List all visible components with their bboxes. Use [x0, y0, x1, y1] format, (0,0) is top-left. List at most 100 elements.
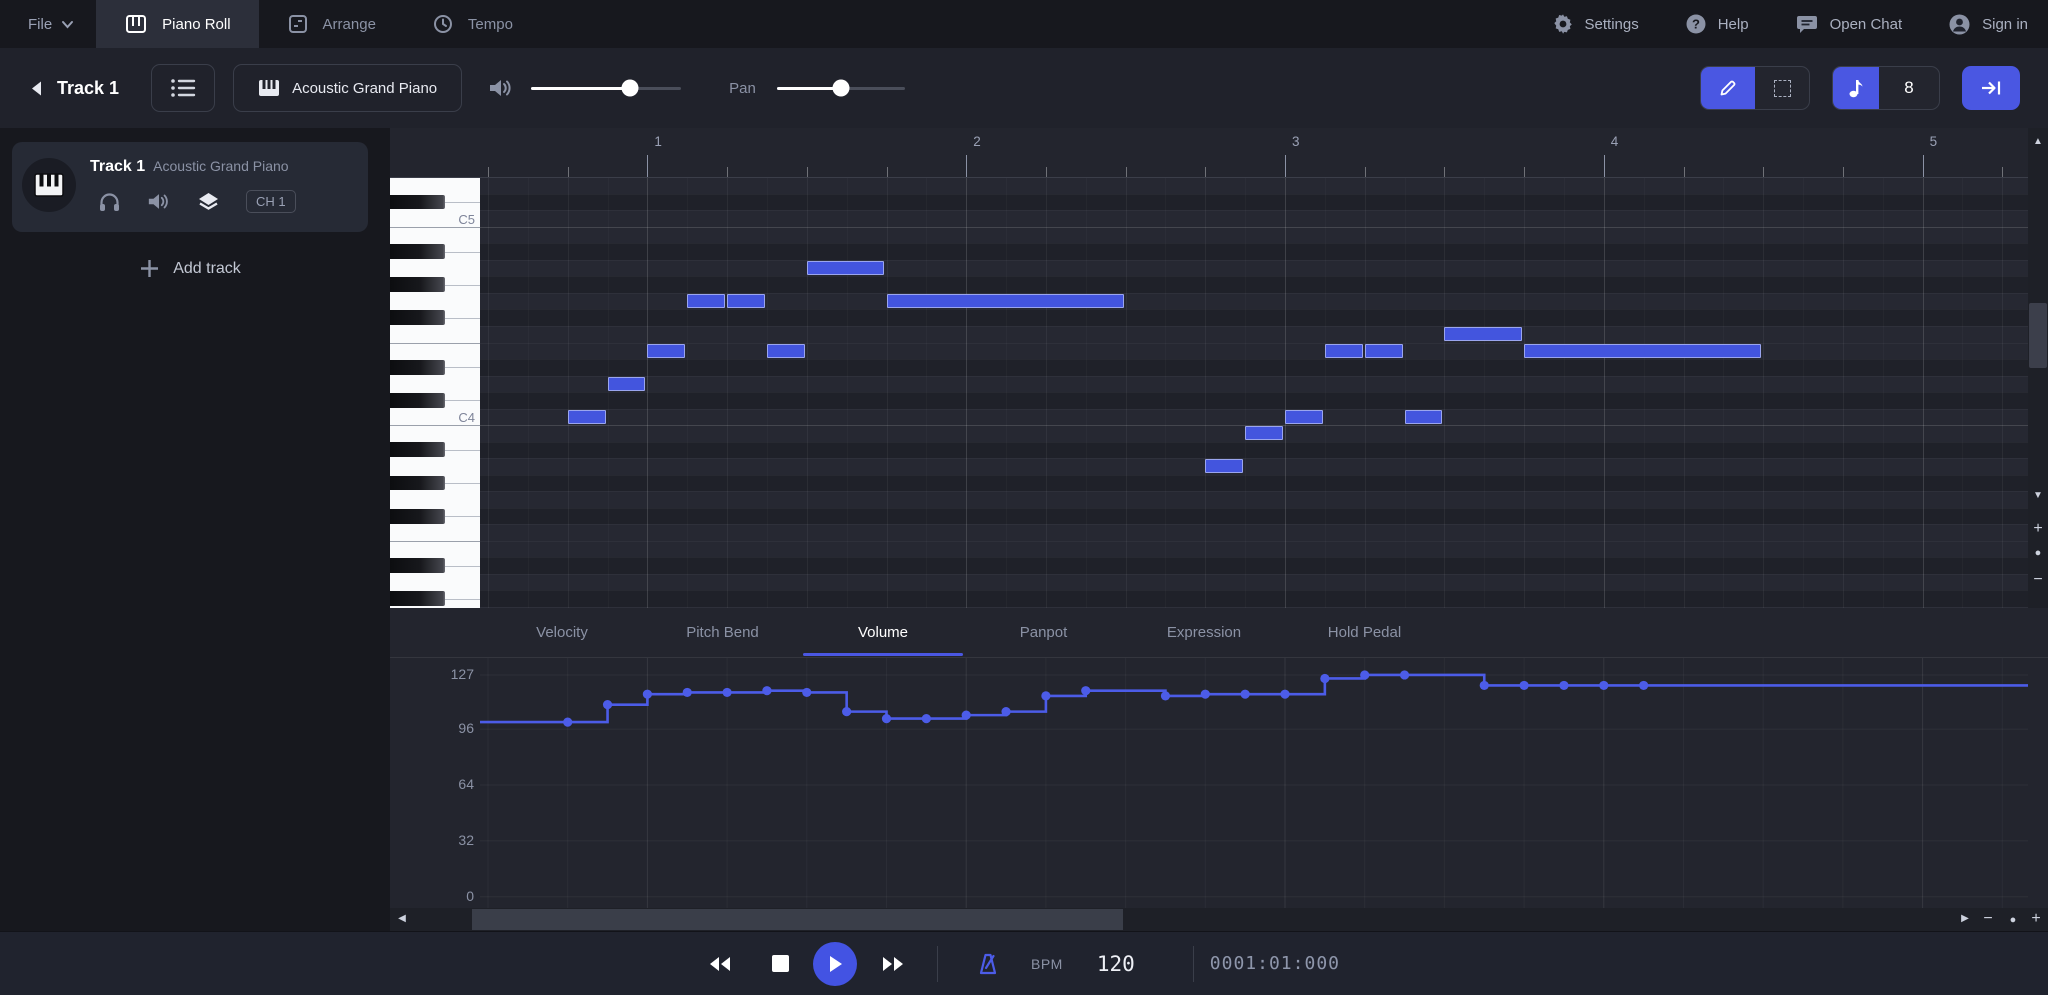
instrument-button[interactable]: Acoustic Grand Piano	[233, 64, 462, 112]
open-chat-button[interactable]: Open Chat	[1772, 13, 1926, 35]
control-tab-volume[interactable]: Volume	[803, 608, 963, 657]
horizontal-scrollbar-thumb[interactable]	[472, 909, 1123, 930]
quantize-note-button[interactable]	[1833, 67, 1879, 109]
selection-tool-button[interactable]	[1755, 67, 1809, 109]
volume-point[interactable]	[802, 688, 811, 697]
piano-key-black[interactable]	[390, 244, 445, 259]
zoom-out-vertical-icon[interactable]: −	[2028, 571, 2048, 589]
volume-point[interactable]	[1041, 691, 1050, 700]
midi-note[interactable]	[608, 377, 646, 391]
piano-key-black[interactable]	[390, 393, 445, 408]
midi-note[interactable]	[1365, 344, 1403, 358]
volume-point[interactable]	[643, 690, 652, 699]
piano-key-black[interactable]	[390, 310, 445, 325]
volume-slider[interactable]	[531, 87, 681, 90]
bpm-value[interactable]: 120	[1097, 952, 1135, 976]
metronome-button[interactable]	[978, 953, 998, 975]
midi-note[interactable]	[767, 344, 805, 358]
control-tab-velocity[interactable]: Velocity	[482, 608, 642, 657]
tab-tempo[interactable]: Tempo	[404, 0, 541, 48]
piano-key-black[interactable]	[390, 509, 445, 524]
measure-ruler[interactable]: 12345	[390, 128, 2048, 178]
volume-point[interactable]	[1001, 707, 1010, 716]
scroll-left-icon[interactable]: ◀	[395, 913, 409, 924]
piano-key-black[interactable]	[390, 558, 445, 573]
scroll-down-icon[interactable]: ▼	[2028, 490, 2048, 501]
midi-note[interactable]	[807, 261, 885, 275]
volume-point[interactable]	[683, 688, 692, 697]
piano-keyboard[interactable]: C5C4	[390, 178, 480, 608]
vertical-scrollbar-thumb[interactable]	[2029, 303, 2047, 368]
layers-icon[interactable]	[197, 191, 220, 213]
volume-point[interactable]	[563, 718, 572, 727]
volume-automation-chart[interactable]	[480, 658, 2028, 909]
track-card[interactable]: Track 1Acoustic Grand Piano CH 1	[12, 142, 368, 232]
stop-button[interactable]	[772, 955, 789, 972]
quantize-value[interactable]: 8	[1879, 67, 1939, 109]
mute-volume-icon[interactable]	[147, 191, 171, 212]
control-tab-expression[interactable]: Expression	[1124, 608, 1284, 657]
help-button[interactable]: ? Help	[1662, 13, 1772, 35]
goto-end-button[interactable]	[1962, 66, 2020, 110]
sign-in-button[interactable]: Sign in	[1925, 13, 2034, 36]
channel-badge[interactable]: CH 1	[246, 190, 296, 213]
volume-point[interactable]	[962, 711, 971, 720]
midi-note[interactable]	[1245, 426, 1283, 440]
piano-key-black[interactable]	[390, 277, 445, 292]
control-tab-hold-pedal[interactable]: Hold Pedal	[1285, 608, 1445, 657]
track-list-button[interactable]	[151, 64, 215, 112]
midi-note[interactable]	[647, 344, 685, 358]
settings-button[interactable]: Settings	[1529, 13, 1662, 35]
volume-point[interactable]	[1559, 681, 1568, 690]
play-button[interactable]	[813, 942, 857, 986]
pencil-tool-button[interactable]	[1701, 67, 1755, 109]
midi-note[interactable]	[1444, 327, 1522, 341]
zoom-in-vertical-icon[interactable]: +	[2028, 520, 2048, 538]
volume-point[interactable]	[1081, 686, 1090, 695]
volume-point[interactable]	[1201, 690, 1210, 699]
scroll-right-icon[interactable]: ▶	[1958, 913, 1972, 924]
midi-note[interactable]	[1405, 410, 1443, 424]
zoom-in-horizontal-icon[interactable]: +	[2026, 910, 2046, 928]
volume-point[interactable]	[603, 700, 612, 709]
volume-point[interactable]	[882, 714, 891, 723]
midi-note[interactable]	[727, 294, 765, 308]
volume-point[interactable]	[1161, 691, 1170, 700]
volume-point[interactable]	[723, 688, 732, 697]
volume-point[interactable]	[922, 714, 931, 723]
volume-point[interactable]	[1400, 670, 1409, 679]
vertical-scrollbar[interactable]: ▲ ▼ + ● −	[2028, 128, 2048, 608]
file-menu[interactable]: File	[0, 0, 96, 48]
volume-lane-panel[interactable]	[390, 657, 2048, 908]
back-button[interactable]	[30, 80, 43, 97]
piano-key-black[interactable]	[390, 591, 445, 606]
horizontal-scrollbar[interactable]: ◀ ▶ − ● +	[390, 908, 2048, 931]
midi-note[interactable]	[687, 294, 725, 308]
tab-arrange[interactable]: Arrange	[259, 0, 404, 48]
volume-point[interactable]	[1599, 681, 1608, 690]
piano-key-black[interactable]	[390, 476, 445, 491]
midi-note[interactable]	[1325, 344, 1363, 358]
volume-point[interactable]	[1320, 674, 1329, 683]
pan-slider-knob[interactable]	[832, 80, 849, 97]
volume-point[interactable]	[842, 707, 851, 716]
rewind-button[interactable]	[708, 956, 732, 972]
solo-headphones-icon[interactable]	[98, 191, 121, 213]
volume-point[interactable]	[1360, 670, 1369, 679]
zoom-reset-horizontal-icon[interactable]: ●	[2003, 914, 2023, 926]
midi-note[interactable]	[1524, 344, 1761, 358]
note-grid[interactable]	[480, 178, 2028, 608]
zoom-reset-vertical-icon[interactable]: ●	[2028, 547, 2048, 559]
volume-point[interactable]	[1241, 690, 1250, 699]
zoom-out-horizontal-icon[interactable]: −	[1978, 910, 1998, 928]
add-track-button[interactable]: Add track	[0, 258, 380, 279]
midi-note[interactable]	[568, 410, 606, 424]
volume-point[interactable]	[762, 686, 771, 695]
volume-slider-knob[interactable]	[622, 80, 639, 97]
volume-point[interactable]	[1480, 681, 1489, 690]
midi-note[interactable]	[1205, 459, 1243, 473]
volume-point[interactable]	[1280, 690, 1289, 699]
volume-point[interactable]	[1639, 681, 1648, 690]
control-tab-panpot[interactable]: Panpot	[964, 608, 1124, 657]
control-tab-pitch-bend[interactable]: Pitch Bend	[643, 608, 803, 657]
